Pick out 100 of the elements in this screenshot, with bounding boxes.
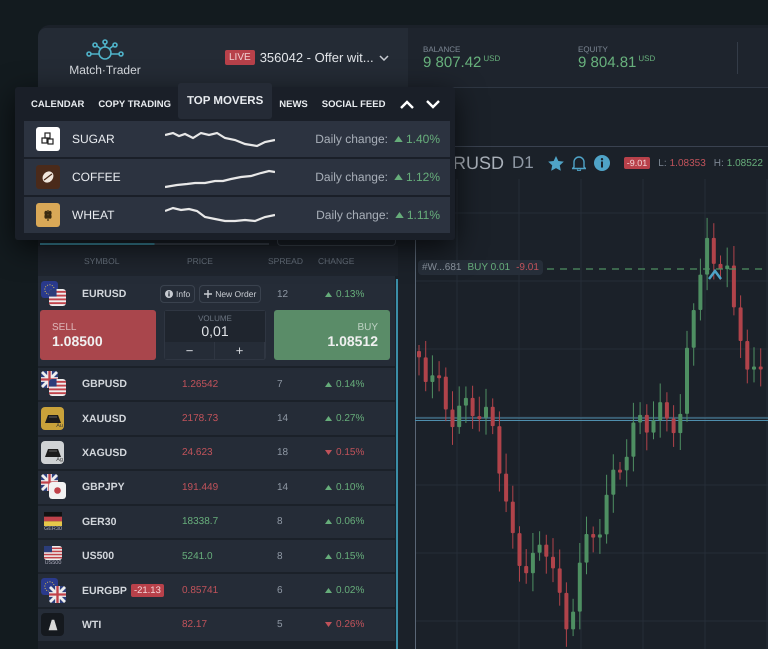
symbol-row[interactable]: EURGBP -21.13 0.85741 6 0.02%: [38, 574, 395, 607]
chevron-down-icon: [378, 54, 389, 60]
panel-tab[interactable]: SOCIAL FEED: [314, 94, 392, 114]
info-button[interactable]: Info: [160, 285, 196, 303]
trade-side: BUY 0.01: [467, 262, 510, 273]
candle: [604, 474, 609, 544]
panel-tab[interactable]: NEWS: [272, 94, 315, 114]
scrollbar[interactable]: [396, 279, 398, 649]
candle: [437, 360, 442, 392]
spread-value: 18: [277, 447, 290, 458]
change-value: 0.10%: [325, 482, 395, 493]
stat-value: 9 804.81$^{USD}$: [578, 54, 656, 70]
symbol-name: XAGUSD: [82, 446, 127, 459]
timeframe-label[interactable]: D1: [512, 153, 534, 173]
mover-row[interactable]: COFFEE Daily change: 1.12%: [24, 159, 450, 195]
candle: [518, 526, 522, 582]
volume-field[interactable]: VOLUME 0,01: [165, 311, 265, 342]
info-icon[interactable]: [594, 155, 610, 171]
candle: [510, 485, 515, 550]
candle: [424, 340, 428, 392]
spread-value: 5: [277, 619, 284, 630]
candle: [584, 516, 588, 575]
candle: [504, 453, 508, 513]
profit-badge: -21.13: [130, 584, 164, 598]
symbol-row[interactable]: WTI 82.17 5 0.26%: [38, 608, 395, 642]
symbol-row[interactable]: GBPUSD 1.26542 7 0.14%: [38, 368, 395, 400]
up-triangle-icon: [325, 416, 332, 422]
mover-row[interactable]: WHEAT Daily change: 1.11%: [24, 197, 450, 233]
candle: [718, 255, 722, 280]
candle: [558, 548, 562, 606]
metal-bar-icon: [44, 414, 60, 424]
bell-icon[interactable]: [572, 155, 586, 171]
symbol-name: WTI: [82, 618, 102, 631]
change-value: 0.15%: [325, 447, 395, 458]
panel-tab[interactable]: CALENDAR: [24, 94, 92, 114]
new-order-button[interactable]: New Order: [199, 285, 262, 303]
candle: [644, 404, 649, 451]
spread-value: 14: [277, 413, 290, 424]
symbol-row[interactable]: GBPJPY 191.449 14 0.10%: [38, 471, 395, 504]
price-value: 191.449: [182, 482, 220, 493]
plus-icon: [204, 290, 212, 298]
chevron-up-icon[interactable]: [400, 100, 414, 108]
daily-change-value: 1.12%: [394, 170, 440, 184]
change-value: 0.13%: [325, 288, 395, 300]
daily-change-label: Daily change:: [315, 132, 388, 146]
change-value: 0.14%: [325, 378, 395, 390]
change-value: 0.06%: [325, 516, 395, 528]
up-triangle-icon: [325, 519, 332, 524]
up-triangle-icon: [325, 382, 332, 387]
flag-icon: [44, 546, 62, 560]
info-icon: [165, 290, 173, 298]
price-value: 5241.0: [182, 550, 214, 562]
stat-label: BALANCE: [423, 44, 462, 54]
change-value: 0.02%: [325, 585, 395, 596]
spread-value: 6: [277, 585, 284, 596]
sell-button[interactable]: SELL 1.08500: [40, 310, 156, 360]
star-icon[interactable]: [548, 156, 564, 170]
candle: [484, 388, 488, 436]
trade-profit: -9.01: [516, 262, 539, 273]
candle: [598, 518, 602, 554]
chevron-down-icon[interactable]: [426, 100, 440, 108]
candle: [538, 530, 542, 562]
column-header: SYMBOL: [83, 256, 120, 266]
up-triangle-icon: [325, 292, 332, 296]
account-selector[interactable]: LIVE 356042 - Offer wit...: [225, 50, 389, 65]
candle: [631, 402, 636, 472]
symbol-name: EURGBP: [82, 584, 127, 597]
column-header: PRICE: [186, 256, 214, 266]
panel-tab[interactable]: COPY TRADING: [91, 94, 178, 114]
price-value: 2178.73: [182, 413, 220, 424]
decrease-button[interactable]: −: [165, 342, 215, 359]
up-triangle-icon: [325, 484, 332, 490]
metal-bar-icon: [44, 448, 60, 458]
spread-value: 14: [277, 482, 290, 493]
mover-row[interactable]: SUGAR Daily change: 1.40%: [24, 121, 450, 157]
candle: [544, 534, 548, 574]
candle: [678, 394, 682, 451]
change-value: 0.27%: [325, 413, 395, 424]
account-name: 356042 - Offer wit...: [260, 50, 374, 65]
candle: [457, 386, 462, 434]
price-value: 0.85741: [182, 585, 220, 596]
candle: [571, 598, 576, 637]
candle: [624, 438, 629, 488]
candle: [618, 461, 622, 480]
down-triangle-icon: [325, 450, 332, 456]
high-label: H:: [714, 158, 724, 168]
candle: [417, 344, 421, 376]
column-header: CHANGE: [317, 256, 356, 266]
spread-value: 7: [277, 378, 284, 390]
change-value: 0.15%: [325, 550, 395, 562]
candle: [450, 390, 454, 446]
candle: [752, 346, 756, 383]
candle: [758, 348, 763, 387]
column-header: SPREAD: [268, 256, 304, 266]
wheat-icon: [36, 203, 60, 227]
daily-change-value: 1.40%: [394, 132, 440, 146]
candle: [652, 400, 656, 440]
candle: [664, 392, 669, 432]
candle: [638, 402, 642, 435]
trade-label[interactable]: #W...681 BUY 0.01 -9.01: [418, 260, 543, 275]
